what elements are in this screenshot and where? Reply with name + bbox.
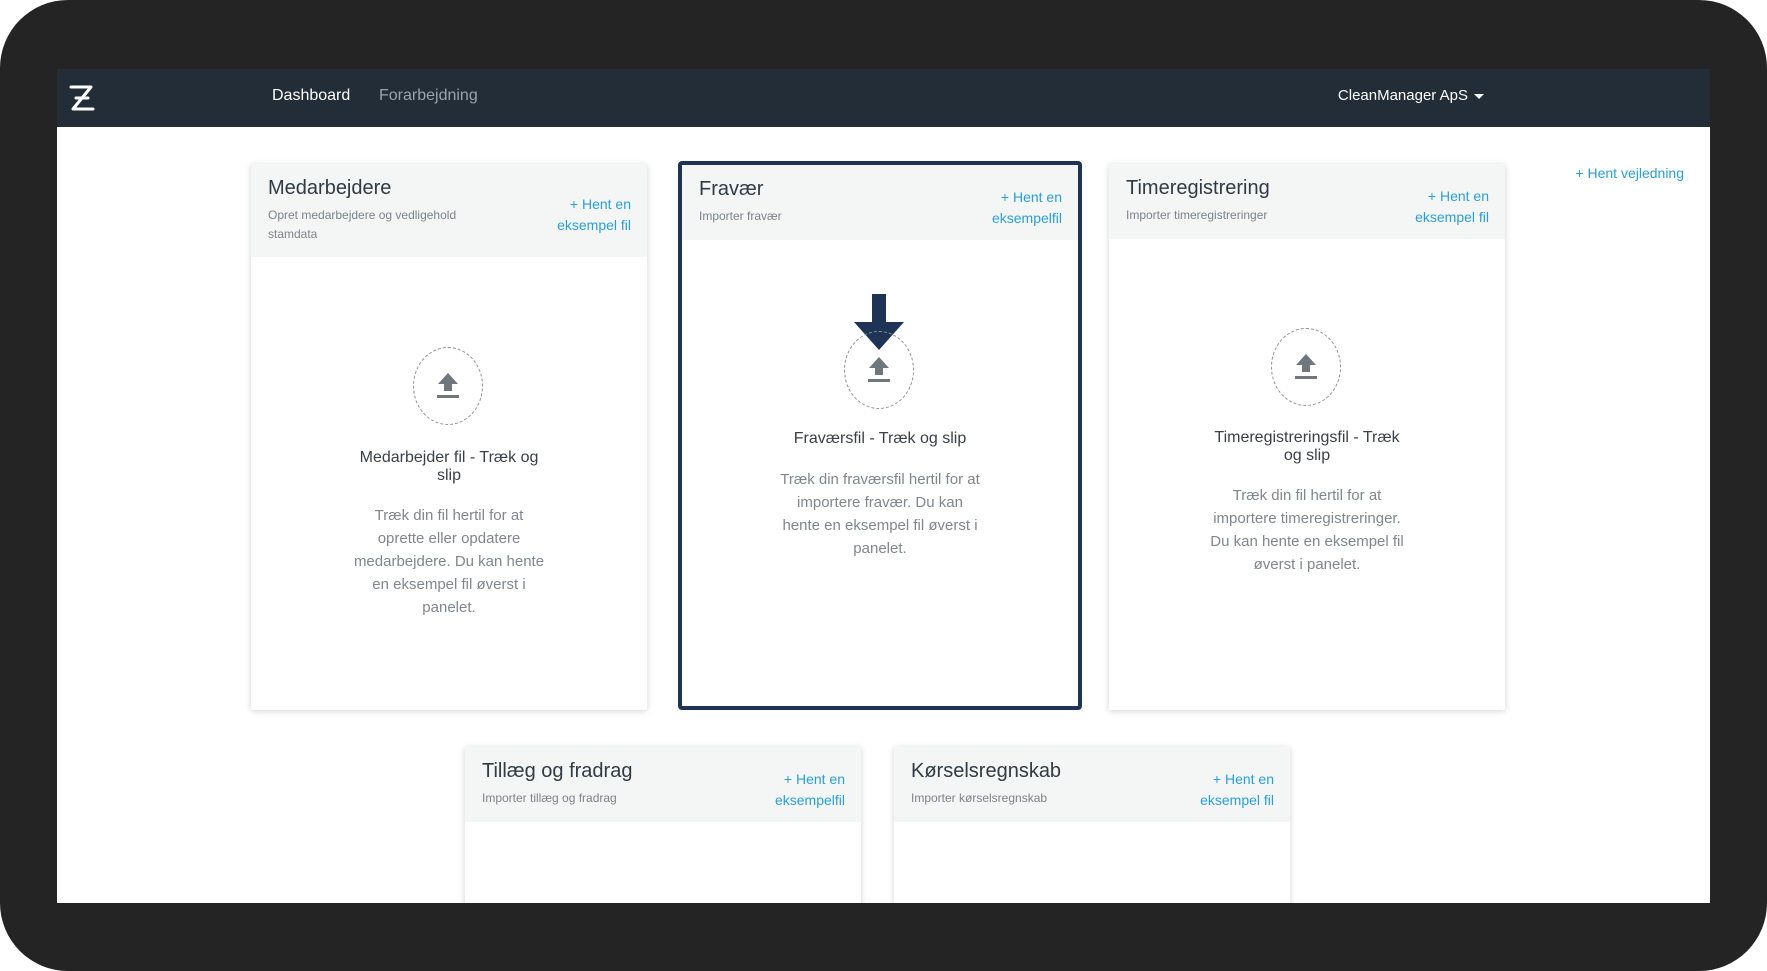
card-medarbejdere: Medarbejdere Opret medarbejdere og vedli… xyxy=(251,164,647,710)
card-title: Timeregistrering xyxy=(1126,177,1270,199)
card-subtitle: Importer tillæg og fradrag xyxy=(482,791,617,805)
card-header: Tillæg og fradrag Importer tillæg og fra… xyxy=(465,747,861,822)
dropzone-description: Træk din fil hertil for at importere tim… xyxy=(1210,487,1404,573)
upload-dropzone-icon[interactable] xyxy=(1271,328,1341,406)
download-example-link[interactable]: + Hent en eksempel fil xyxy=(1184,769,1274,811)
dropzone-description: Træk din fil hertil for at oprette eller… xyxy=(353,507,545,616)
dropzone-title: Timeregistreringsfil - Træk og slip xyxy=(1214,429,1400,464)
nav-dashboard[interactable]: Dashboard xyxy=(272,87,350,105)
dropzone-description: Træk din fraværsfil hertil for at import… xyxy=(780,471,980,557)
app-logo-icon[interactable] xyxy=(67,81,97,115)
download-example-link[interactable]: + Hent en eksempel fil xyxy=(1399,186,1489,228)
card-fravaer: Fravær Importer fravær + Hent en eksempe… xyxy=(678,161,1082,710)
upload-dropzone-icon[interactable] xyxy=(844,331,914,409)
device-frame: Dashboard Forarbejdning CleanManager ApS… xyxy=(0,0,1767,971)
download-example-link[interactable]: + Hent en eksempel fil xyxy=(541,194,631,236)
download-example-link[interactable]: + Hent en eksempelfil xyxy=(755,769,845,811)
card-header: Kørselsregnskab Importer kørselsregnskab… xyxy=(894,747,1290,822)
app-screen: Dashboard Forarbejdning CleanManager ApS… xyxy=(57,69,1710,903)
caret-down-icon xyxy=(1474,93,1484,99)
card-header: Medarbejdere Opret medarbejdere og vedli… xyxy=(251,164,647,257)
card-header: Timeregistrering Importer timeregistreri… xyxy=(1109,164,1505,239)
user-menu-label: CleanManager ApS xyxy=(1337,87,1468,104)
download-example-link[interactable]: + Hent en eksempelfil xyxy=(972,187,1062,229)
card-title: Medarbejdere xyxy=(268,177,392,199)
card-tillaeg-og-fradrag: Tillæg og fradrag Importer tillæg og fra… xyxy=(465,747,861,903)
upload-dropzone-icon[interactable] xyxy=(413,347,483,425)
card-subtitle: Importer fravær xyxy=(699,209,782,223)
upload-icon xyxy=(1295,354,1317,379)
card-subtitle: Importer kørselsregnskab xyxy=(911,791,1048,805)
nav-forarbejdning[interactable]: Forarbejdning xyxy=(379,87,478,105)
card-timeregistrering: Timeregistrering Importer timeregistreri… xyxy=(1109,164,1505,710)
dropzone-title: Fraværsfil - Træk og slip xyxy=(793,430,967,447)
dropzone-title: Medarbejder fil - Træk og slip xyxy=(359,449,539,484)
card-koerselsregnskab: Kørselsregnskab Importer kørselsregnskab… xyxy=(894,747,1290,903)
card-title: Tillæg og fradrag xyxy=(482,760,633,782)
card-subtitle: Opret medarbejdere og vedligehold stamda… xyxy=(268,208,457,241)
top-navbar: Dashboard Forarbejdning CleanManager ApS xyxy=(57,69,1710,127)
card-header: Fravær Importer fravær + Hent en eksempe… xyxy=(682,165,1078,240)
card-subtitle: Importer timeregistreringer xyxy=(1126,208,1268,222)
user-menu[interactable]: CleanManager ApS xyxy=(1338,87,1484,104)
get-guide-link[interactable]: + Hent vejledning xyxy=(1575,165,1684,181)
upload-icon xyxy=(437,373,459,398)
card-title: Kørselsregnskab xyxy=(911,760,1062,782)
card-title: Fravær xyxy=(699,178,764,200)
upload-icon xyxy=(868,357,890,382)
